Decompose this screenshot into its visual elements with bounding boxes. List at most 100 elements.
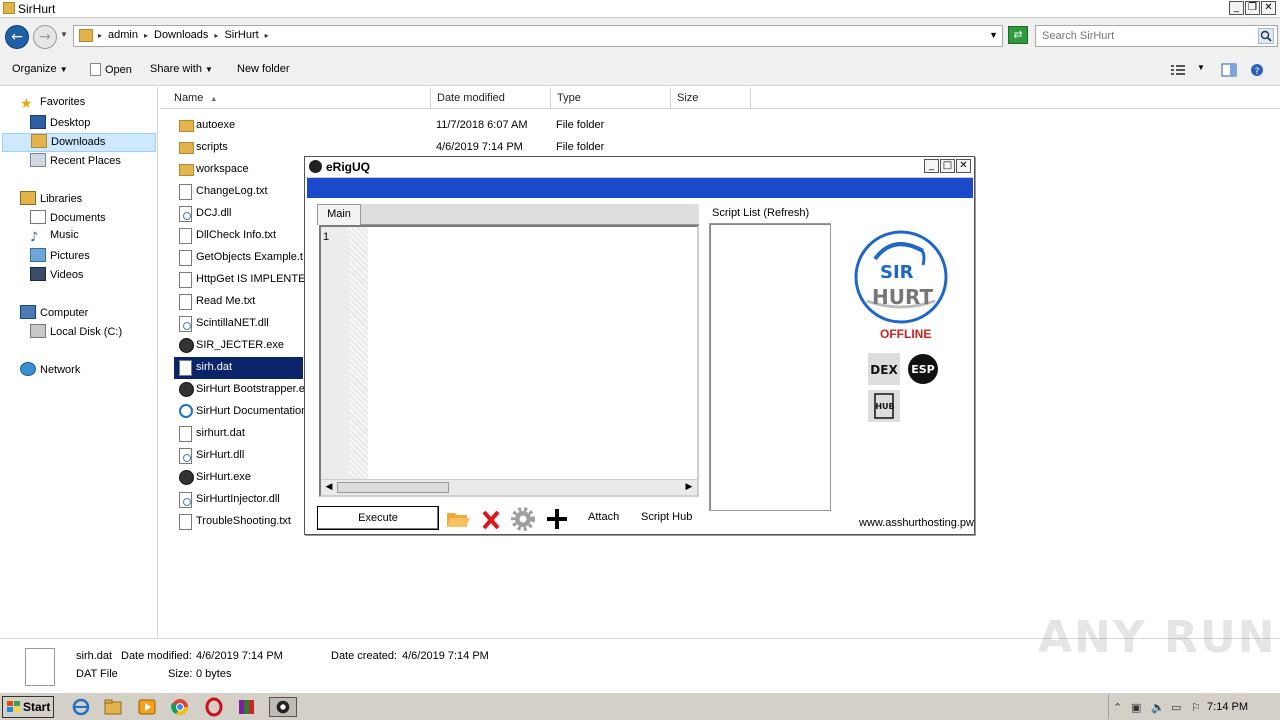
hub-scroll-icon[interactable]: HUB <box>868 390 900 422</box>
open-button[interactable]: Open <box>90 63 132 76</box>
nav-music[interactable]: ♪ Music <box>30 229 79 248</box>
breadcrumb-separator-icon[interactable]: ▸ <box>98 29 102 41</box>
nav-desktop[interactable]: Desktop <box>30 115 90 134</box>
dialog-minimize-button[interactable]: _ <box>924 159 939 173</box>
dialog-close-button[interactable]: ✕ <box>956 159 971 173</box>
column-name-label: Name <box>174 92 204 104</box>
file-row[interactable]: autoexe 11/7/2018 6:07 AM File folder <box>174 115 754 137</box>
script-editor[interactable]: 1 ◀ ▶ <box>319 225 699 497</box>
breadcrumb-separator-icon[interactable]: ▸ <box>214 29 218 41</box>
search-input[interactable] <box>1042 27 1252 45</box>
open-folder-icon[interactable] <box>445 507 471 531</box>
nav-libraries[interactable]: Libraries <box>20 191 82 210</box>
dll-file-icon <box>179 316 192 332</box>
column-header-size[interactable]: Size <box>671 87 751 109</box>
videos-icon <box>30 267 46 281</box>
nav-recent-places[interactable]: Recent Places <box>30 153 121 172</box>
share-with-button[interactable]: Share with ▼ <box>150 63 213 75</box>
file-type: File folder <box>556 141 605 153</box>
breadcrumb[interactable]: ▸ admin ▸ Downloads ▸ SirHurt ▸ ▼ <box>73 25 1003 47</box>
close-button[interactable]: ✕ <box>1261 1 1276 15</box>
help-icon[interactable]: ? <box>1249 63 1265 77</box>
line-number-gutter: 1 <box>321 227 349 481</box>
settings-gear-icon[interactable] <box>510 507 536 531</box>
preview-pane-icon[interactable] <box>1221 63 1237 77</box>
organize-button[interactable]: Organize ▼ <box>12 63 68 75</box>
scroll-left-arrow-icon[interactable]: ◀ <box>322 482 336 492</box>
attach-button[interactable]: Attach <box>588 511 619 523</box>
nav-favorites-label: Favorites <box>40 96 86 108</box>
recent-places-icon <box>30 153 46 167</box>
file-name: SirHurt Bootstrapper.e <box>196 383 305 395</box>
nav-videos[interactable]: Videos <box>30 267 83 286</box>
scroll-right-arrow-icon[interactable]: ▶ <box>682 482 696 492</box>
minimize-button[interactable]: _ <box>1229 1 1244 15</box>
file-explorer-icon[interactable] <box>102 697 124 717</box>
script-list-label[interactable]: Script List (Refresh) <box>712 207 809 219</box>
esp-icon[interactable]: ESP <box>907 353 939 385</box>
script-hub-button[interactable]: Script Hub <box>641 511 692 523</box>
details-size: 0 bytes <box>196 668 232 680</box>
volume-icon[interactable]: 🔈 <box>1151 701 1165 714</box>
add-plus-icon[interactable] <box>544 507 570 531</box>
nav-computer[interactable]: Computer <box>20 305 88 324</box>
clock[interactable]: 7:14 PM <box>1207 701 1248 713</box>
breadcrumb-downloads[interactable]: Downloads <box>154 29 208 41</box>
address-history-dropdown-icon[interactable]: ▼ <box>989 30 998 40</box>
breadcrumb-separator-icon[interactable]: ▸ <box>144 29 148 41</box>
text-file-icon <box>179 272 192 288</box>
change-view-icon[interactable] <box>1170 63 1186 77</box>
media-player-icon[interactable] <box>136 697 158 717</box>
nav-documents-label: Documents <box>50 212 106 224</box>
nav-local-disk[interactable]: Local Disk (C:) <box>30 324 122 343</box>
execute-button[interactable]: Execute <box>317 506 439 530</box>
dex-icon[interactable]: DEX <box>868 353 900 385</box>
nav-local-disk-label: Local Disk (C:) <box>50 326 123 338</box>
details-date-created: 4/6/2019 7:14 PM <box>402 650 489 662</box>
search-icon[interactable] <box>1258 28 1274 44</box>
column-header-name[interactable]: Name ▲ <box>168 87 431 109</box>
nav-downloads[interactable]: Downloads <box>2 133 156 152</box>
tab-main[interactable]: Main <box>317 204 361 225</box>
nav-libraries-label: Libraries <box>40 193 83 205</box>
computer-icon <box>20 305 36 319</box>
column-header-date-modified[interactable]: Date modified <box>431 87 551 109</box>
scrollbar-thumb[interactable] <box>337 482 449 493</box>
nav-documents[interactable]: Documents <box>30 210 106 229</box>
refresh-button[interactable]: ⇄ <box>1008 26 1028 44</box>
taskbar-erig-app-icon[interactable] <box>269 697 297 717</box>
show-hidden-icons-icon[interactable]: ⌃ <box>1113 701 1122 714</box>
forward-button[interactable]: → <box>33 25 57 49</box>
action-center-flag-icon[interactable]: ⚐ <box>1191 701 1201 714</box>
horizontal-scrollbar[interactable]: ◀ ▶ <box>321 479 697 495</box>
internet-explorer-icon[interactable] <box>70 697 92 717</box>
restore-button[interactable]: ❐ <box>1245 1 1260 15</box>
clear-x-icon[interactable] <box>478 507 504 531</box>
network-tray-icon[interactable]: ▣ <box>1131 701 1141 714</box>
search-box[interactable] <box>1035 25 1278 47</box>
dll-file-icon <box>179 448 192 464</box>
desktop-icon <box>30 115 46 129</box>
file-name: DllCheck Info.txt <box>196 229 277 241</box>
chrome-icon[interactable] <box>169 697 191 717</box>
start-button[interactable]: Start <box>2 696 54 718</box>
back-button[interactable]: ← <box>5 25 29 49</box>
column-header-type[interactable]: Type <box>551 87 671 109</box>
new-folder-button[interactable]: New folder <box>237 63 290 75</box>
breadcrumb-separator-icon[interactable]: ▸ <box>265 29 269 41</box>
command-bar: Organize ▼ Open Share with ▼ New folder … <box>0 54 1280 86</box>
view-options-chevron-icon[interactable]: ▼ <box>1197 63 1205 72</box>
website-link[interactable]: www.asshurthosting.pw <box>859 517 974 529</box>
dialog-maximize-button[interactable]: □ <box>940 159 955 173</box>
nav-pictures[interactable]: Pictures <box>30 248 90 267</box>
breadcrumb-sirhurt[interactable]: SirHurt <box>224 29 258 41</box>
script-list[interactable] <box>709 223 831 511</box>
winrar-icon[interactable] <box>236 697 258 717</box>
nav-favorites[interactable]: ★ Favorites <box>20 96 85 115</box>
file-row[interactable]: sirh.dat <box>174 357 303 379</box>
breadcrumb-admin[interactable]: admin <box>108 29 138 41</box>
power-icon[interactable]: ▭ <box>1171 701 1181 714</box>
nav-network[interactable]: Network <box>20 362 80 381</box>
opera-icon[interactable] <box>203 697 225 717</box>
recent-pages-chevron-icon[interactable]: ▼ <box>60 30 68 39</box>
